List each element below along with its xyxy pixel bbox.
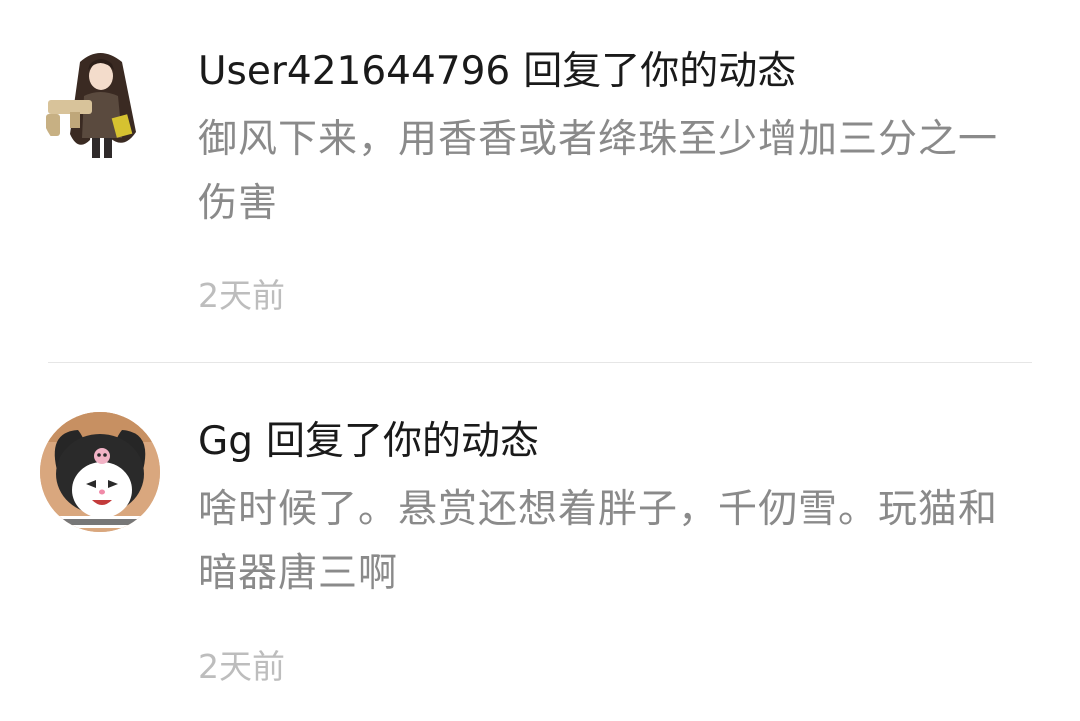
notification-title: Gg 回复了你的动态 xyxy=(198,416,1010,468)
notification-item[interactable]: Gg 回复了你的动态 啥时候了。悬赏还想着胖子，千仞雪。玩猫和暗器唐三啊 2天前 xyxy=(0,363,1080,721)
avatar[interactable] xyxy=(40,42,160,162)
reply-message: 啥时候了。悬赏还想着胖子，千仞雪。玩猫和暗器唐三啊 xyxy=(198,487,999,596)
timestamp: 2天前 xyxy=(198,276,285,315)
timestamp: 2天前 xyxy=(198,647,285,686)
avatar-kuromi-image xyxy=(40,412,160,532)
username[interactable]: User421644796 xyxy=(198,49,510,94)
avatar-anime-girl-image xyxy=(40,42,160,162)
notification-list: User421644796 回复了你的动态 御风下来，用香香或者绛珠至少增加三分之… xyxy=(0,0,1080,721)
username[interactable]: Gg xyxy=(198,419,253,464)
reply-message: 御风下来，用香香或者绛珠至少增加三分之一伤害 xyxy=(198,117,999,226)
notification-content: User421644796 回复了你的动态 御风下来，用香香或者绛珠至少增加三分之… xyxy=(198,46,1010,315)
notification-title: User421644796 回复了你的动态 xyxy=(198,46,1010,98)
notification-content: Gg 回复了你的动态 啥时候了。悬赏还想着胖子，千仞雪。玩猫和暗器唐三啊 2天前 xyxy=(198,416,1010,686)
notification-item[interactable]: User421644796 回复了你的动态 御风下来，用香香或者绛珠至少增加三分之… xyxy=(0,0,1080,362)
avatar[interactable] xyxy=(40,412,160,532)
action-text: 回复了你的动态 xyxy=(265,419,539,464)
action-text: 回复了你的动态 xyxy=(523,49,797,94)
